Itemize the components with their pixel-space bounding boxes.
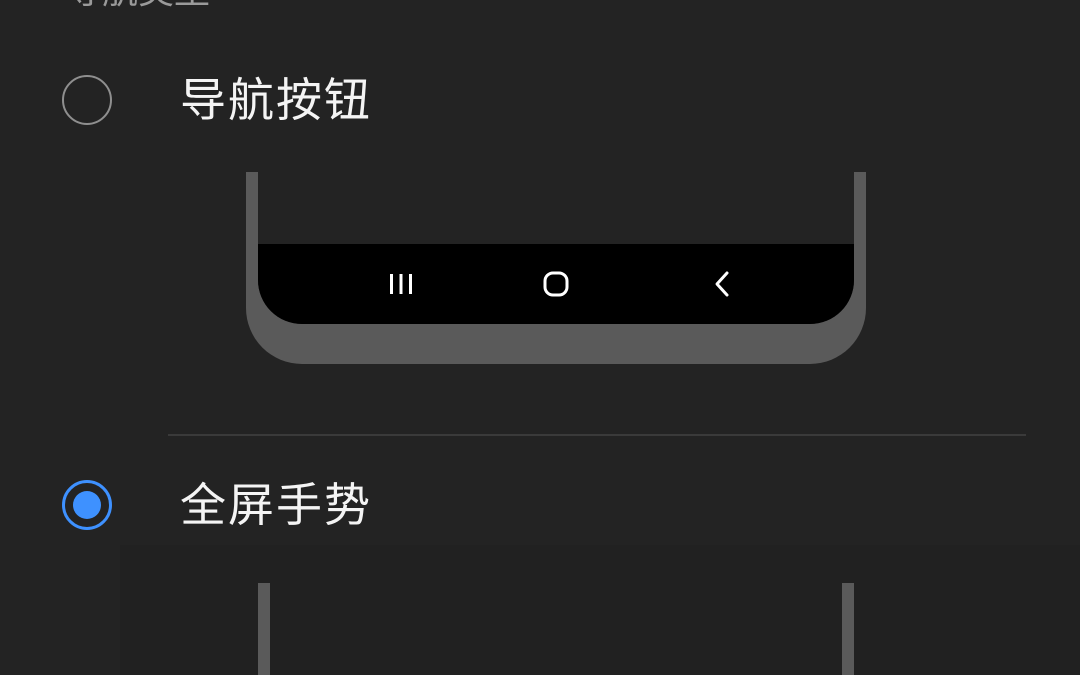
option-navigation-buttons[interactable]: 导航按钮 — [0, 48, 1080, 158]
radio-unselected-icon[interactable] — [62, 75, 112, 125]
option-label-navigation-buttons: 导航按钮 — [180, 73, 372, 127]
radio-selected-dot — [73, 491, 101, 519]
navigation-buttons-preview[interactable] — [246, 172, 866, 364]
radio-selected-icon[interactable] — [62, 480, 112, 530]
back-icon — [715, 271, 729, 297]
navigation-type-screen: 导航类型 导航按钮 全屏手势 — [0, 0, 1080, 675]
preview-screen-area — [258, 172, 854, 324]
phone-frame-left-edge — [258, 583, 270, 675]
gestures-preview-phone[interactable] — [258, 583, 854, 675]
option-divider — [168, 434, 1026, 436]
recent-apps-icon — [390, 274, 412, 294]
option-label-full-screen-gestures: 全屏手势 — [180, 478, 372, 532]
preview-nav-bar — [258, 244, 854, 324]
home-icon — [543, 271, 569, 297]
section-title: 导航类型 — [66, 0, 210, 12]
phone-frame-right-edge — [842, 583, 854, 675]
